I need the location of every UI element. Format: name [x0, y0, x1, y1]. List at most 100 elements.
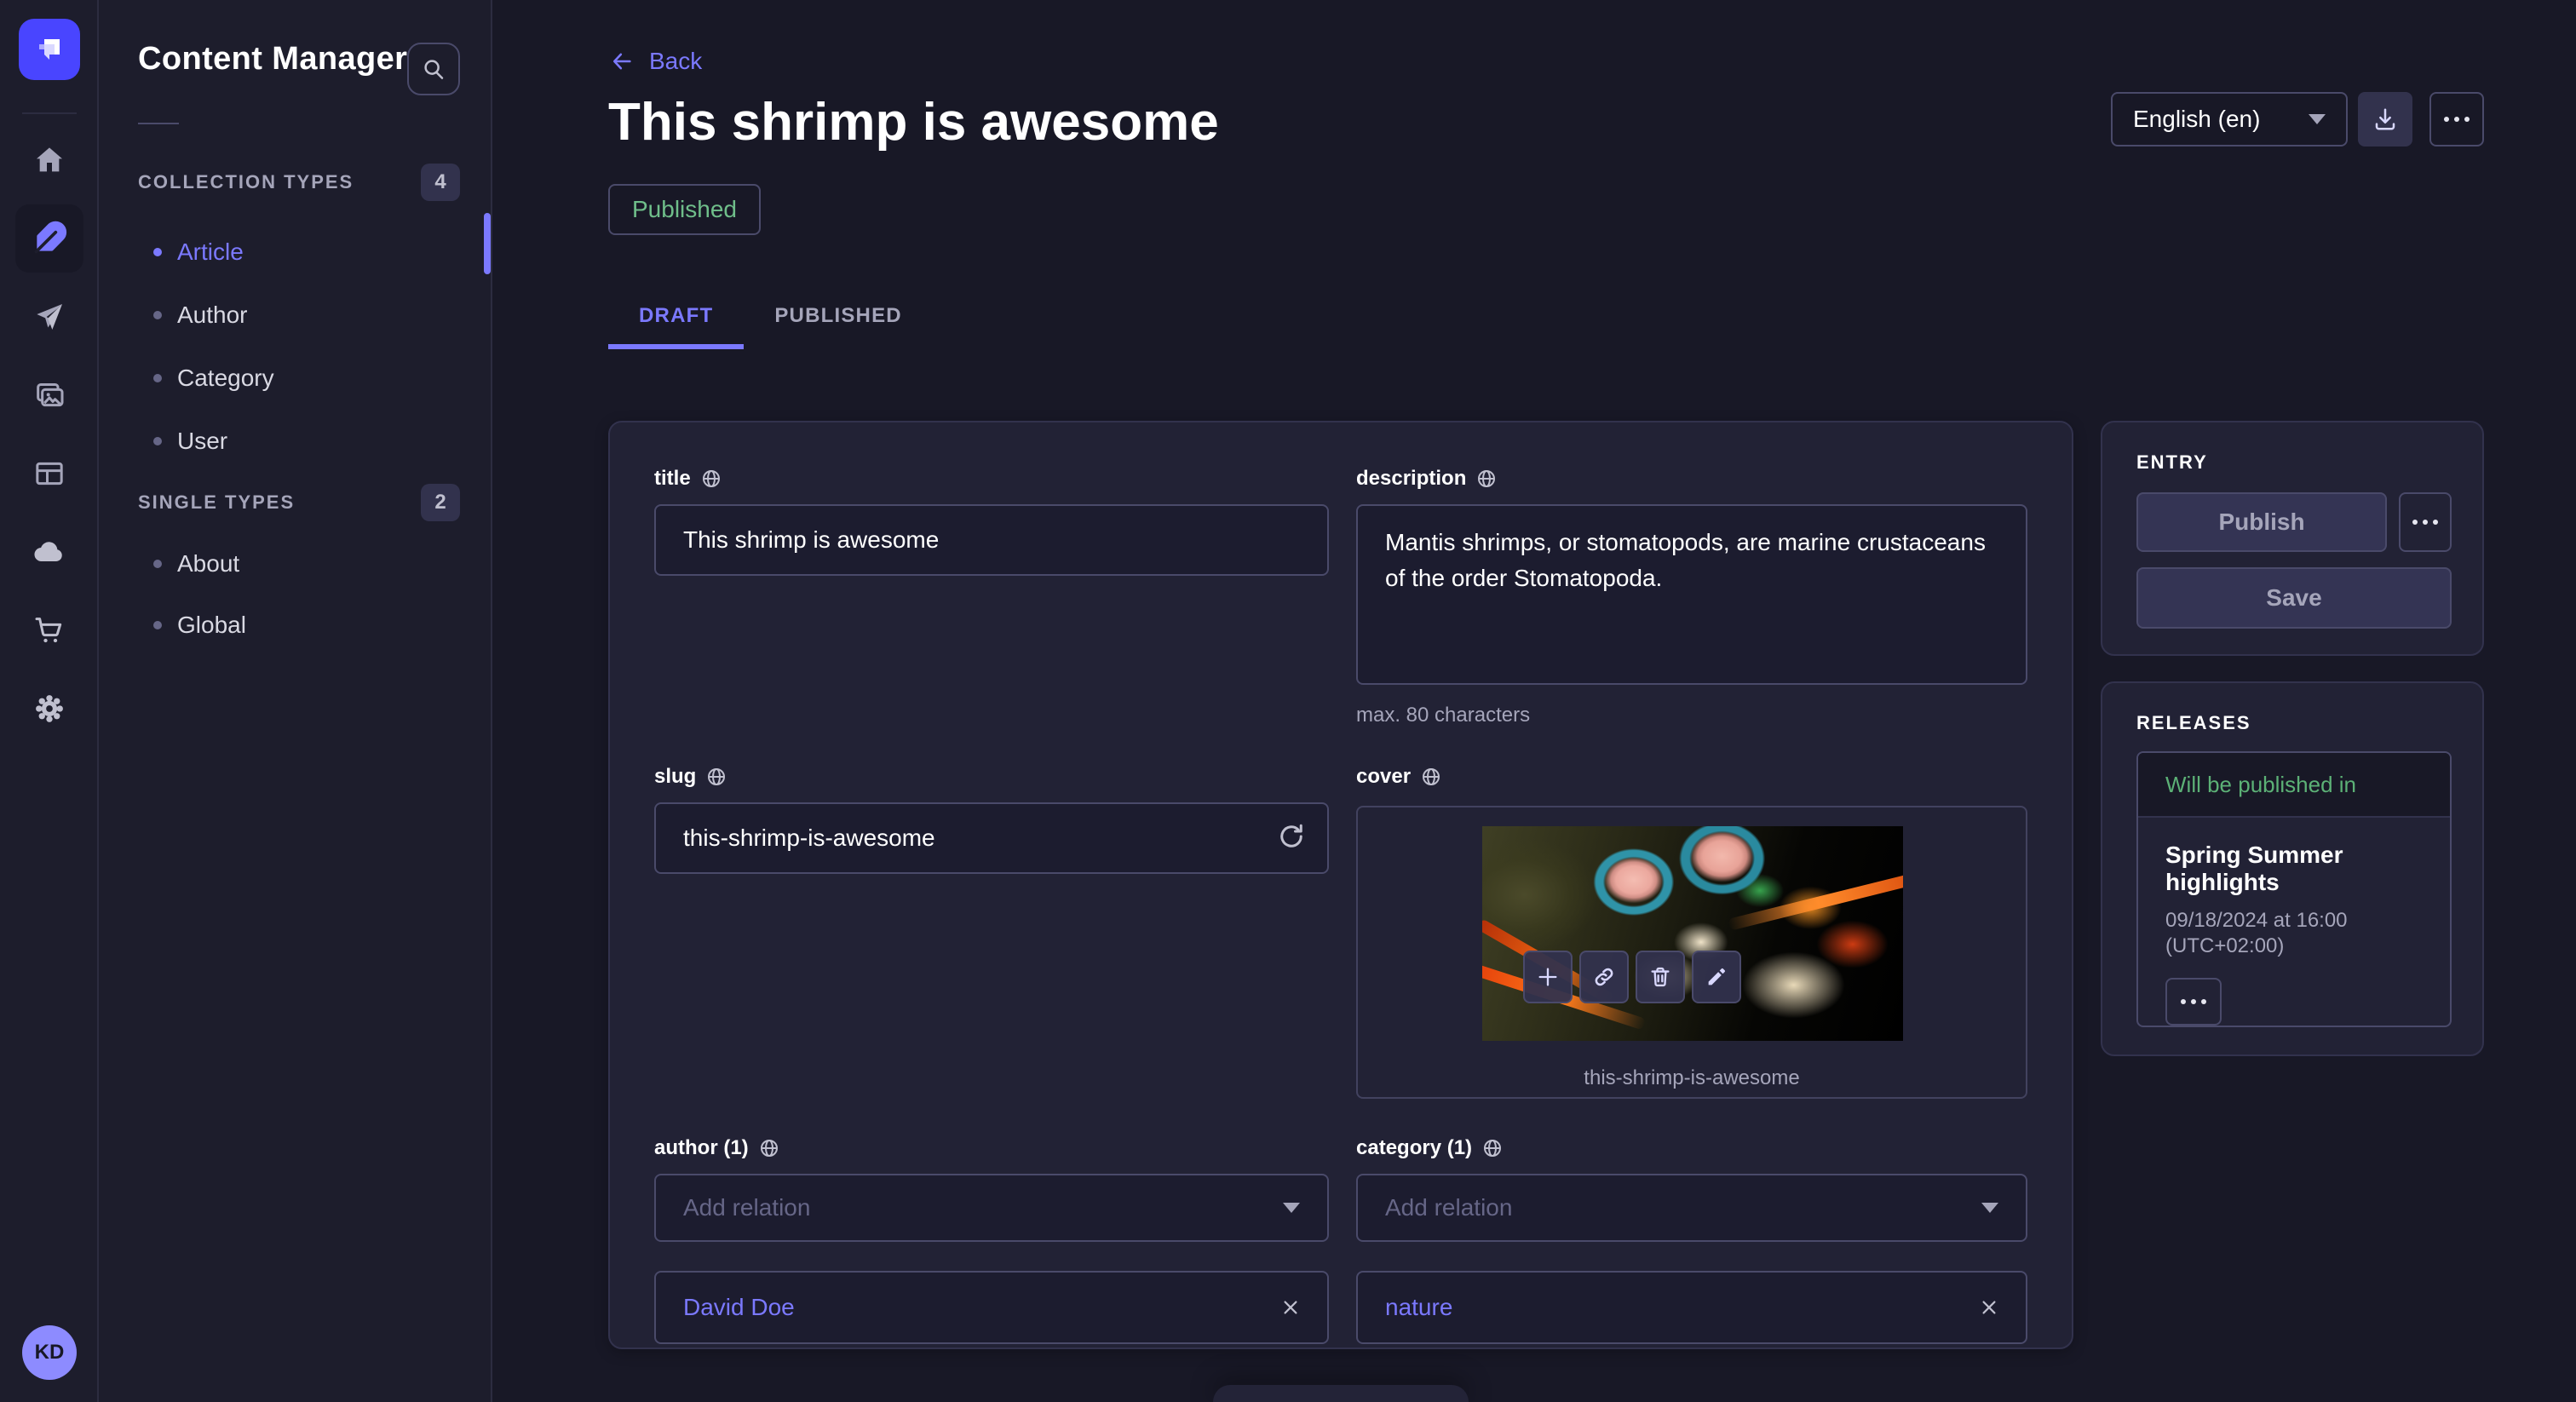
- sidebar-item-deploy[interactable]: [15, 518, 83, 586]
- gear-icon: [32, 691, 67, 727]
- more-dots-icon: [2181, 999, 2206, 1004]
- sidebar-item-marketplace[interactable]: [15, 596, 83, 664]
- author-relation-link[interactable]: David Doe: [683, 1294, 795, 1321]
- strapi-logo[interactable]: [19, 19, 80, 80]
- category-relation-select[interactable]: Add relation: [1356, 1174, 2027, 1242]
- nav-item-label: User: [177, 428, 227, 455]
- globe-icon: [1482, 1138, 1503, 1158]
- back-label: Back: [649, 48, 702, 75]
- nav-item-label: About: [177, 550, 239, 577]
- subnav-scrollbar-thumb[interactable]: [484, 213, 491, 274]
- tab-draft[interactable]: DRAFT: [608, 286, 744, 346]
- release-more-button[interactable]: [2165, 978, 2222, 1026]
- tab-published[interactable]: PUBLISHED: [744, 286, 932, 346]
- layout-icon: [32, 457, 66, 491]
- author-relation-select[interactable]: Add relation: [654, 1174, 1329, 1242]
- search-icon: [421, 56, 446, 82]
- field-label-text: author (1): [654, 1136, 749, 1160]
- subnav-title: Content Manager: [138, 41, 407, 78]
- back-link[interactable]: Back: [608, 48, 702, 75]
- app-window: KD Content Manager COLLECTION TYPES 4 Ar…: [0, 0, 2576, 1402]
- title-input[interactable]: [654, 504, 1329, 576]
- regenerate-slug-button[interactable]: [1276, 821, 1307, 852]
- author-field-label: author (1): [654, 1136, 1329, 1160]
- export-button[interactable]: [2358, 92, 2412, 147]
- tab-label: PUBLISHED: [774, 304, 901, 328]
- publish-button[interactable]: Publish: [2136, 492, 2387, 552]
- globe-icon: [701, 468, 722, 489]
- slug-input[interactable]: [654, 802, 1329, 874]
- feather-icon: [31, 220, 68, 257]
- cover-image-mantis-shrimp[interactable]: [1482, 826, 1903, 1041]
- bullet-icon: [153, 248, 162, 256]
- category-relation-link[interactable]: nature: [1385, 1294, 1452, 1321]
- subnav-divider: [138, 123, 179, 124]
- sidebar-item-releases[interactable]: [15, 283, 83, 351]
- more-dots-icon: [2444, 117, 2470, 122]
- rail-divider: [22, 112, 77, 114]
- image-detail: [1728, 870, 1903, 931]
- locale-select-value: English (en): [2133, 106, 2260, 133]
- nav-item-label: Article: [177, 238, 244, 266]
- sidebar-item-author[interactable]: Author: [99, 284, 491, 346]
- nav-item-label: Category: [177, 365, 274, 392]
- draft-published-tabs: DRAFT PUBLISHED: [608, 286, 933, 346]
- save-button[interactable]: Save: [2136, 567, 2452, 629]
- sidebar-item-media-library[interactable]: [15, 361, 83, 429]
- sidebar-item-global[interactable]: Global: [99, 595, 491, 656]
- chevron-down-icon: [1283, 1203, 1300, 1213]
- author-relation-item: David Doe: [654, 1271, 1329, 1344]
- delete-media-button[interactable]: [1636, 951, 1685, 1003]
- category-relation-placeholder: Add relation: [1385, 1194, 1512, 1221]
- bullet-icon: [153, 621, 162, 629]
- edit-media-button[interactable]: [1692, 951, 1741, 1003]
- bullet-icon: [153, 437, 162, 445]
- section-label: SINGLE TYPES: [138, 491, 295, 514]
- release-status: Will be published in: [2138, 753, 2450, 818]
- header-more-button[interactable]: [2429, 92, 2484, 147]
- sidebar-item-category[interactable]: Category: [99, 348, 491, 409]
- sidebar-item-settings[interactable]: [15, 675, 83, 743]
- paper-plane-icon: [32, 300, 66, 334]
- field-label-text: category (1): [1356, 1136, 1472, 1160]
- globe-icon: [1476, 468, 1497, 489]
- globe-icon: [1421, 767, 1441, 787]
- sidebar-item-user[interactable]: User: [99, 411, 491, 472]
- main-content: Back This shrimp is awesome Published En…: [494, 0, 2576, 1402]
- close-icon[interactable]: [1980, 1298, 1998, 1317]
- section-label: COLLECTION TYPES: [138, 171, 354, 193]
- add-media-button[interactable]: [1523, 951, 1573, 1003]
- sidebar-item-article[interactable]: Article: [99, 221, 491, 283]
- author-relation-placeholder: Add relation: [683, 1194, 810, 1221]
- sidebar-item-content-manager[interactable]: [15, 204, 83, 273]
- single-types-count-badge: 2: [421, 484, 460, 521]
- description-field-label: description: [1356, 467, 2027, 491]
- entry-panel-title: ENTRY: [2136, 451, 2208, 474]
- sidebar-item-about[interactable]: About: [99, 533, 491, 595]
- description-textarea[interactable]: Mantis shrimps, or stomatopods, are mari…: [1356, 504, 2027, 685]
- sidebar-item-content-type-builder[interactable]: [15, 440, 83, 508]
- collection-types-header: COLLECTION TYPES 4: [99, 164, 491, 201]
- chevron-down-icon: [2309, 114, 2326, 124]
- add-component-pill[interactable]: [1213, 1385, 1469, 1402]
- avatar-initials: KD: [35, 1341, 65, 1365]
- cover-filename: this-shrimp-is-awesome: [1358, 1066, 2026, 1090]
- search-button[interactable]: [407, 43, 460, 95]
- field-label-text: description: [1356, 467, 1466, 491]
- link-icon: [1592, 965, 1616, 989]
- release-name: Spring Summer highlights: [2165, 842, 2423, 896]
- locale-select[interactable]: English (en): [2111, 92, 2348, 147]
- close-icon[interactable]: [1281, 1298, 1300, 1317]
- images-icon: [32, 378, 66, 412]
- field-label-text: cover: [1356, 765, 1411, 789]
- copy-link-button[interactable]: [1579, 951, 1629, 1003]
- chevron-down-icon: [1981, 1203, 1998, 1213]
- bullet-icon: [153, 560, 162, 568]
- slug-field-label: slug: [654, 765, 1329, 789]
- download-icon: [2372, 106, 2398, 132]
- category-relation-item: nature: [1356, 1271, 2027, 1344]
- sidebar-item-home[interactable]: [15, 126, 83, 194]
- entry-more-button[interactable]: [2399, 492, 2452, 552]
- edit-form-card: title description Mantis shrimps, or sto…: [608, 421, 2073, 1349]
- user-avatar[interactable]: KD: [22, 1325, 77, 1380]
